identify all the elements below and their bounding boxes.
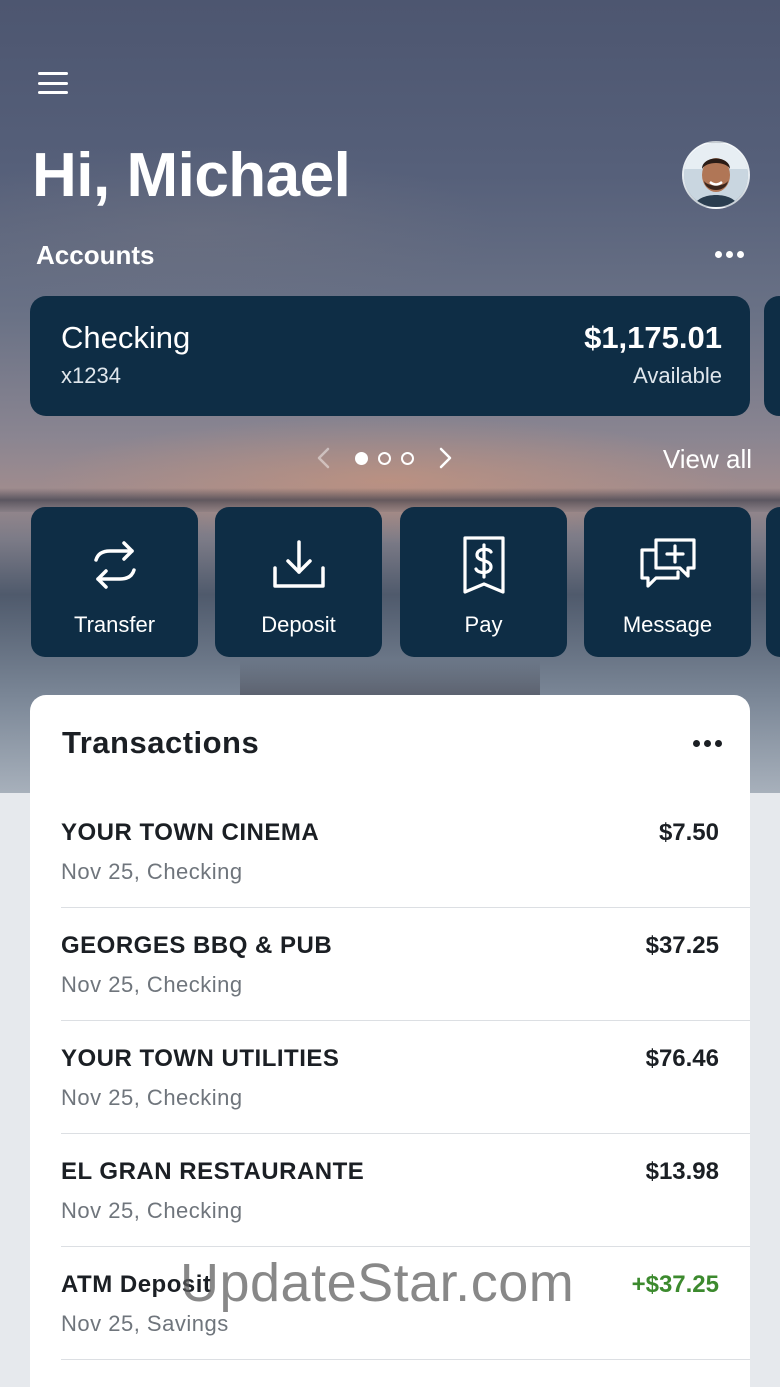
accounts-more-icon[interactable] — [715, 251, 744, 258]
hamburger-menu-icon[interactable] — [38, 70, 68, 96]
transaction-merchant: GEORGES BBQ & PUB — [61, 932, 333, 959]
chevron-left-icon[interactable] — [310, 444, 338, 472]
transactions-title: Transactions — [62, 725, 260, 760]
account-name: Checking — [61, 320, 191, 355]
transaction-merchant: EL GRAN RESTAURANTE — [61, 1158, 365, 1185]
transaction-row[interactable]: GEORGES BBQ & PUB Nov 25, Checking $37.2… — [61, 908, 750, 1021]
account-pager — [310, 444, 459, 472]
transaction-merchant: YOUR TOWN CINEMA — [61, 819, 320, 846]
message-button[interactable]: Message — [584, 507, 751, 657]
pier-silhouette — [240, 660, 540, 700]
pager-dot-2[interactable] — [378, 451, 391, 465]
transaction-row[interactable]: ATM Deposit Nov 25, Savings +$37.25 — [61, 1247, 750, 1360]
transactions-panel: Transactions YOUR TOWN CINEMA Nov 25, Ch… — [30, 695, 750, 1387]
transaction-merchant: ATM Deposit — [61, 1271, 212, 1298]
transfer-button[interactable]: Transfer — [31, 507, 198, 657]
next-action-peek[interactable] — [766, 507, 780, 657]
next-account-card-peek[interactable] — [764, 296, 780, 416]
balance-label: Available — [633, 363, 722, 388]
pay-button[interactable]: Pay — [400, 507, 567, 657]
profile-avatar[interactable] — [682, 141, 750, 209]
deposit-button[interactable]: Deposit — [215, 507, 382, 657]
pager-dot-1[interactable] — [355, 451, 368, 465]
chat-plus-icon — [638, 535, 698, 595]
transaction-meta: Nov 25, Checking — [61, 859, 243, 884]
message-label: Message — [622, 612, 713, 637]
row-divider — [61, 1359, 750, 1360]
dollar-receipt-icon — [454, 535, 514, 595]
transaction-meta: Nov 25, Savings — [61, 1311, 229, 1336]
view-all-link[interactable]: View all — [663, 444, 752, 475]
transaction-row[interactable]: EL GRAN RESTAURANTE Nov 25, Checking $13… — [61, 1134, 750, 1247]
transaction-row[interactable]: YOUR TOWN UTILITIES Nov 25, Checking $76… — [61, 1021, 750, 1134]
transaction-amount: +$37.25 — [631, 1271, 719, 1298]
download-tray-icon — [269, 535, 329, 595]
transfer-label: Transfer — [73, 612, 156, 637]
transaction-amount: $7.50 — [658, 819, 719, 846]
transactions-more-icon[interactable] — [693, 740, 722, 747]
transaction-merchant: YOUR TOWN UTILITIES — [61, 1045, 340, 1072]
transfer-arrows-icon — [85, 535, 145, 595]
transaction-amount: $76.46 — [645, 1045, 719, 1072]
transaction-meta: Nov 25, Checking — [61, 1085, 243, 1110]
pager-dot-3[interactable] — [401, 451, 414, 465]
chevron-right-icon[interactable] — [431, 444, 459, 472]
transaction-meta: Nov 25, Checking — [61, 1198, 243, 1223]
deposit-label: Deposit — [261, 612, 336, 637]
transaction-row[interactable]: YOUR TOWN CINEMA Nov 25, Checking $7.50 — [61, 795, 750, 908]
account-balance: $1,175.01 — [584, 320, 722, 355]
account-card-checking[interactable]: Checking x1234 $1,175.01 Available — [30, 296, 750, 416]
transaction-meta: Nov 25, Checking — [61, 972, 243, 997]
greeting-title: Hi, Michael — [32, 141, 351, 210]
account-number: x1234 — [61, 363, 121, 388]
transaction-amount: $13.98 — [645, 1158, 719, 1185]
pay-label: Pay — [464, 612, 503, 637]
accounts-section-label: Accounts — [36, 240, 155, 270]
transaction-amount: $37.25 — [645, 932, 719, 959]
